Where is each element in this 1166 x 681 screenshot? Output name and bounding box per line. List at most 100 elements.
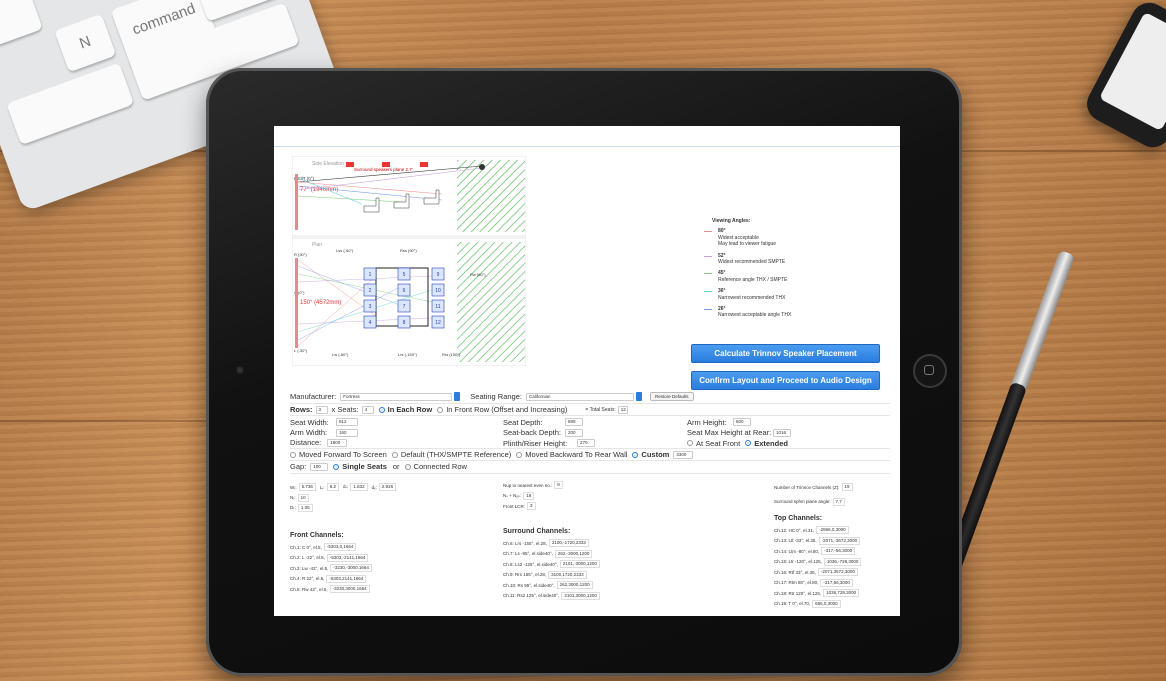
channel-coords: -2866,0,3000 (816, 526, 849, 535)
manufacturer-select[interactable]: Fortress (340, 392, 453, 401)
channel-coords: 2101,-3000,1200 (559, 560, 600, 569)
channel-coords: -3230,3000,1664 (329, 585, 370, 594)
front-lcr-label: Front LCR: (503, 503, 526, 509)
channel-row: Ch.8: Ls2 -125°, el.side40°, 2101,-3000,1… (503, 559, 703, 570)
rear-zone-hatch (457, 160, 525, 232)
arm-width-input[interactable]: 160 (336, 428, 358, 437)
gap-label: Gap: (290, 462, 307, 471)
ns-label: Nₛ + Nₒₚ: (503, 492, 522, 498)
seating-range-select[interactable]: Californian (526, 392, 634, 401)
chevron-down-icon[interactable] (636, 392, 642, 401)
seat-max-row: Seat Max Height at Rear: 1016 (687, 428, 897, 439)
channel-label: Ch.1: C 0°, el.5, (290, 544, 322, 550)
key-blank (0, 0, 43, 46)
connected-row-radio[interactable] (404, 463, 411, 470)
moved-backward-radio[interactable] (516, 451, 523, 458)
seat-number: 10 (435, 288, 441, 294)
seat-number: 2 (369, 288, 372, 294)
rows-row: Rows: 3 x Seats: 4 In Each Row In Front … (290, 405, 890, 414)
channel-coords: 1036,728,3000 (823, 589, 860, 598)
in-each-row-radio[interactable] (378, 406, 385, 413)
dims-row: Wᵣ: 5.736 Lᵣ: 6.2 dₛ: 1.632 dᵧ: 2.926 (290, 482, 490, 493)
moved-forward-radio[interactable] (290, 451, 296, 458)
legend-item: 45° Reference angle THX / SMPTE (704, 270, 884, 283)
home-button[interactable] (913, 354, 947, 388)
distance-input[interactable]: 1800 (327, 438, 348, 447)
seat-depth-input[interactable]: 889 (565, 418, 583, 427)
seat-dims-col: Seat Width: 812 Arm Width: 160 (290, 417, 500, 438)
dy-label: dᵧ: (371, 484, 377, 490)
legend-item: 36° Narrowest recommended THX (704, 288, 884, 301)
count-row: Nup to nearest even no.: 8 (503, 480, 663, 491)
channel-coords: -317,-56,3000 (821, 547, 856, 556)
trinnov-value[interactable]: 19 (841, 483, 853, 492)
channel-label: Ch.9: Rrs 155°, el.28, (503, 572, 547, 578)
home-square-icon (924, 365, 934, 375)
channel-row: Ch.4: R 22°, el.5, -5303,2141,1664 (290, 574, 490, 585)
legend-desc: Narrowest acceptable angle THX (718, 312, 792, 319)
arm-height-input[interactable]: 600 (733, 418, 751, 427)
channel-row: Ch.17: Rtm 80°, el.80, -317,56,3000 (774, 578, 894, 589)
channel-label: Ch.6: Lrs -155°, el.28, (503, 540, 547, 546)
channel-label: Ch.16: Rtf 33°, el.35, (774, 569, 816, 575)
arm-width-row: Arm Width: 160 (290, 428, 500, 439)
in-each-row-label: In Each Row (387, 405, 433, 414)
seat-number: 5 (403, 272, 406, 278)
count-row: Front LCR: 3 (503, 501, 663, 512)
surround-angle-value[interactable]: 7.7 (832, 497, 845, 506)
channel-coords: 262,-3000,1200 (554, 549, 593, 558)
channel-coords: 655,0,3000 (812, 599, 841, 608)
count-row: Number of Trinnov Channels (Z): 19 (774, 482, 894, 493)
seatback-depth-input[interactable]: 200 (565, 428, 583, 437)
single-seats-label: Single Seats (342, 462, 387, 471)
ds-label: dₛ: (342, 484, 349, 490)
in-front-row-label: In Front Row (Offset and Increasing) (446, 405, 568, 414)
confirm-layout-button[interactable]: Confirm Layout and Proceed to Audio Desi… (691, 371, 880, 390)
channel-label: Ch.18: Rtr 120°, el.125, (774, 590, 822, 596)
speaker-label: Rrs (150°) (442, 352, 461, 357)
key-label: N (77, 32, 94, 53)
single-seats-radio[interactable] (333, 463, 340, 470)
plan-label: Plan (312, 242, 322, 248)
l-label: Lᵣ: (319, 484, 325, 490)
channel-row: Ch.9: Rrs 155°, el.28, 3100,1720,2333 (503, 570, 703, 581)
plan-angle-label: 150° (4572mm) (300, 300, 341, 306)
channel-row: Ch.13: Ltf -33°, el.35, -2071,-3672,3000 (774, 536, 894, 547)
gap-input[interactable]: 100 (310, 462, 329, 471)
nc-value: 10 (297, 493, 309, 502)
trinnov-counts: Number of Trinnov Channels (Z): 19 Surrou… (774, 482, 894, 507)
channel-row: Ch.10: Rs 95°, el.side40°, 262,3000,1200 (503, 580, 703, 591)
chevron-down-icon[interactable] (454, 392, 461, 401)
rows-input[interactable]: 3 (315, 405, 328, 414)
channel-coords: 3100,1720,2333 (548, 570, 587, 579)
surround-channels: Surround Channels: Ch.6: Lrs -155°, el.2… (503, 528, 703, 601)
default-ref-radio[interactable] (391, 451, 398, 458)
placement-row: Moved Forward To Screen Default (THX/SMP… (290, 450, 890, 459)
divider (290, 448, 890, 449)
channel-coords: 1036,-728,3000 (823, 557, 862, 566)
l-value: 6.2 (326, 483, 339, 492)
channel-label: Ch.12: HC 0°, el.31, (774, 527, 815, 533)
channel-row: Ch.19: T 0°, el.70, 655,0,3000 (774, 599, 894, 610)
seat-width-input[interactable]: 812 (336, 418, 358, 427)
custom-input[interactable]: 3300 (673, 450, 694, 459)
custom-radio[interactable] (632, 451, 639, 458)
seat-max-label: Seat Max Height at Rear: (687, 428, 772, 438)
restore-defaults-button[interactable]: Restore Defaults (650, 392, 694, 401)
channel-row: Ch.16: Rtf 33°, el.35, -2071,3672,3000 (774, 567, 894, 578)
seat-max-input[interactable]: 1016 (773, 428, 791, 437)
in-front-row-radio[interactable] (437, 406, 444, 413)
legend-desc: Narrowest recommended THX (718, 294, 786, 301)
rear-zone-hatch-plan (457, 242, 525, 362)
or-label: or (392, 462, 400, 471)
w-value: 5.736 (298, 483, 316, 492)
seats-input[interactable]: 4 (361, 405, 374, 414)
distance-label: Distance: (290, 438, 322, 447)
calculate-trinnov-button[interactable]: Calculate Trinnov Speaker Placement (691, 344, 880, 363)
room-dims: Wᵣ: 5.736 Lᵣ: 6.2 dₛ: 1.632 dᵧ: 2.926 Nᵣ: 10 … (290, 482, 490, 514)
legend-desc: Reference angle THX / SMPTE (718, 276, 788, 283)
dl-label: Dₜ: (290, 505, 296, 511)
key-blank (6, 62, 135, 146)
speaker-label: Rss (90°) (400, 248, 417, 253)
legend-swatch (704, 309, 712, 311)
